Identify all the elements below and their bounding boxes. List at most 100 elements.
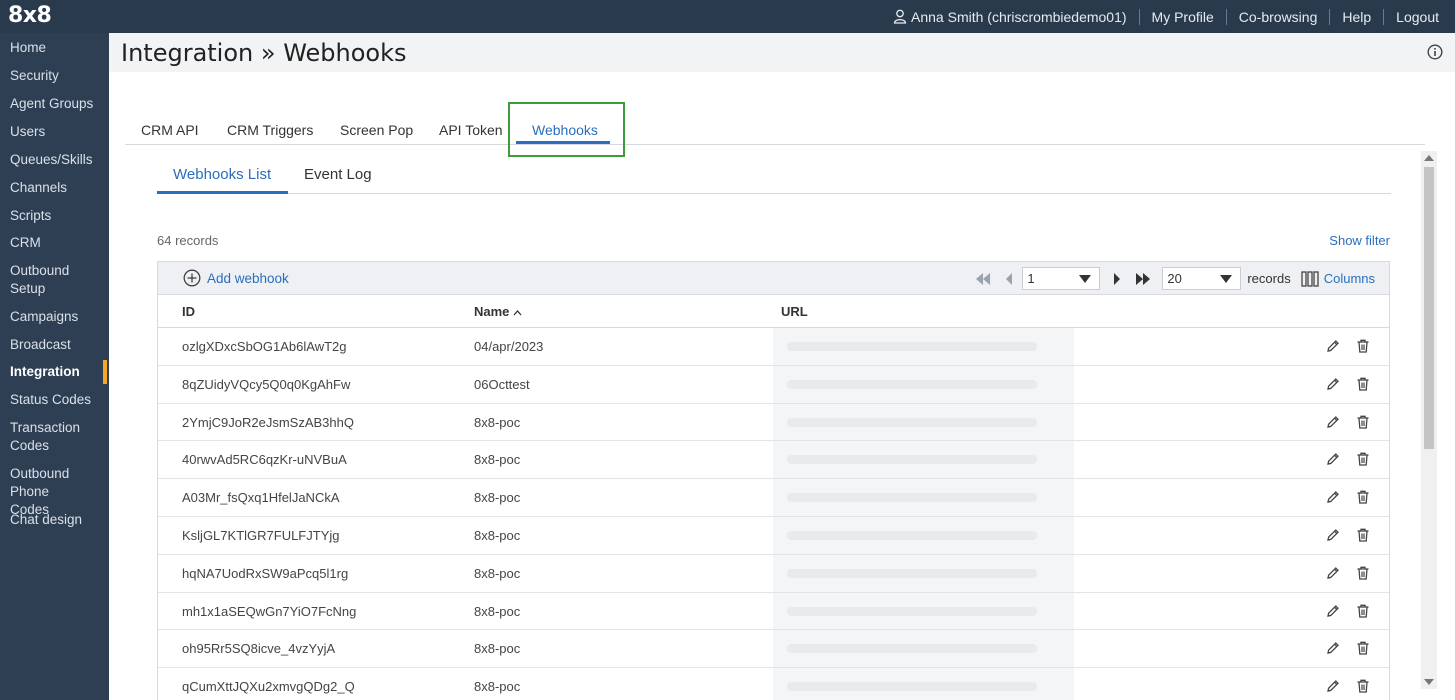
app-logo[interactable]: 8x8	[8, 3, 52, 28]
add-webhook-label: Add webhook	[207, 270, 289, 286]
subtab-event-log[interactable]: Event Log	[304, 166, 372, 183]
column-header-id[interactable]: ID	[182, 304, 195, 319]
webhook-name: 04/apr/2023	[474, 339, 544, 354]
show-filter-link[interactable]: Show filter	[1329, 233, 1390, 248]
sidebar-item-campaigns[interactable]: Campaigns	[0, 308, 88, 326]
delete-trash-icon[interactable]	[1355, 527, 1371, 543]
webhook-id: KsljGL7KTlGR7FULFJTYjg	[182, 527, 340, 543]
active-subtab-indicator	[157, 191, 288, 194]
sidebar-item-users[interactable]: Users	[0, 123, 55, 141]
info-icon[interactable]	[1427, 44, 1443, 60]
webhook-url-redacted	[773, 668, 1074, 700]
integration-tabs: CRM API CRM Triggers Screen Pop API Toke…	[125, 102, 1425, 145]
edit-pencil-icon[interactable]	[1325, 414, 1341, 430]
delete-trash-icon[interactable]	[1355, 603, 1371, 619]
webhook-url-redacted	[773, 516, 1074, 554]
pagination: 1 20 records Columns	[970, 262, 1389, 295]
edit-pencil-icon[interactable]	[1325, 338, 1341, 354]
scrollbar-thumb[interactable]	[1424, 167, 1434, 449]
table-row[interactable]: mh1x1aSEQwGn7YiO7FcNng 8x8-poc	[158, 592, 1389, 631]
co-browsing-link[interactable]: Co-browsing	[1225, 8, 1330, 25]
edit-pencil-icon[interactable]	[1325, 565, 1341, 581]
webhook-url-redacted	[773, 328, 1074, 365]
table-row[interactable]: 40rwvAd5RC6qzKr-uNVBuA 8x8-poc	[158, 441, 1389, 480]
last-page-icon[interactable]	[1132, 269, 1154, 289]
page-number-select[interactable]: 1	[1022, 267, 1101, 290]
webhook-name: 8x8-poc	[474, 490, 521, 506]
table-row[interactable]: oh95Rr5SQ8icve_4vzYyjA 8x8-poc	[158, 630, 1389, 669]
delete-trash-icon[interactable]	[1355, 414, 1371, 430]
sidebar-item-scripts[interactable]: Scripts	[0, 207, 61, 225]
next-page-icon[interactable]	[1106, 269, 1128, 289]
edit-pencil-icon[interactable]	[1325, 678, 1341, 694]
delete-trash-icon[interactable]	[1355, 640, 1371, 656]
sidebar-item-channels[interactable]: Channels	[0, 179, 77, 197]
edit-pencil-icon[interactable]	[1325, 489, 1341, 505]
table-header: ID Name URL	[158, 295, 1389, 328]
vertical-scrollbar[interactable]	[1421, 151, 1437, 689]
sidebar-item-outbound-setup[interactable]: Outbound Setup	[0, 262, 95, 298]
row-actions	[1311, 451, 1371, 467]
delete-trash-icon[interactable]	[1355, 451, 1371, 467]
table-row[interactable]: 8qZUidyVQcy5Q0q0KgAhFw 06Octtest	[158, 365, 1389, 404]
delete-trash-icon[interactable]	[1355, 489, 1371, 505]
edit-pencil-icon[interactable]	[1325, 451, 1341, 467]
delete-trash-icon[interactable]	[1355, 338, 1371, 354]
row-actions	[1311, 376, 1371, 392]
edit-pencil-icon[interactable]	[1325, 603, 1341, 619]
sidebar-item-integration[interactable]: Integration	[0, 360, 109, 384]
records-count: 64 records	[157, 233, 219, 248]
sidebar-item-chat-design[interactable]: Chat design	[0, 511, 92, 529]
sidebar-item-home[interactable]: Home	[0, 39, 56, 57]
page-size-select[interactable]: 20	[1162, 267, 1242, 290]
row-actions	[1311, 527, 1371, 543]
sidebar-item-agent-groups[interactable]: Agent Groups	[0, 95, 103, 113]
webhook-url-redacted	[773, 554, 1074, 592]
row-actions	[1311, 603, 1371, 619]
webhooks-table: Add webhook 1 20 records Columns ID Name…	[157, 261, 1390, 700]
webhook-name: 06Octtest	[474, 376, 530, 392]
table-row[interactable]: ozlgXDxcSbOG1Ab6lAwT2g 04/apr/2023	[158, 328, 1389, 366]
tab-crm-triggers[interactable]: CRM Triggers	[227, 122, 313, 138]
scroll-down-icon[interactable]	[1424, 679, 1434, 685]
scroll-up-icon[interactable]	[1424, 155, 1434, 161]
edit-pencil-icon[interactable]	[1325, 376, 1341, 392]
sidebar-item-queues-skills[interactable]: Queues/Skills	[0, 151, 103, 169]
webhooks-tab-highlight	[508, 102, 625, 157]
edit-pencil-icon[interactable]	[1325, 527, 1341, 543]
sidebar-item-transaction-codes[interactable]: Transaction Codes	[0, 419, 95, 455]
my-profile-link[interactable]: My Profile	[1138, 8, 1226, 25]
top-bar: 8x8 Anna Smith (chriscrombiedemo01) My P…	[0, 0, 1455, 33]
webhook-id: 2YmjC9JoR2eJsmSzAB3hhQ	[182, 414, 354, 430]
delete-trash-icon[interactable]	[1355, 678, 1371, 694]
tab-screen-pop[interactable]: Screen Pop	[340, 122, 413, 138]
table-row[interactable]: hqNA7UodRxSW9aPcq5l1rg 8x8-poc	[158, 554, 1389, 593]
column-header-name[interactable]: Name	[474, 304, 522, 319]
top-nav: Anna Smith (chriscrombiedemo01) My Profi…	[893, 0, 1455, 33]
table-row[interactable]: qCumXttJQXu2xmvgQDg2_Q 8x8-poc	[158, 668, 1389, 700]
subtab-webhooks-list[interactable]: Webhooks List	[173, 166, 271, 183]
add-webhook-button[interactable]: Add webhook	[183, 269, 289, 287]
delete-trash-icon[interactable]	[1355, 376, 1371, 392]
delete-trash-icon[interactable]	[1355, 565, 1371, 581]
first-page-icon[interactable]	[972, 269, 994, 289]
tab-api-token[interactable]: API Token	[439, 122, 503, 138]
table-row[interactable]: KsljGL7KTlGR7FULFJTYjg 8x8-poc	[158, 516, 1389, 555]
table-row[interactable]: A03Mr_fsQxq1HfelJaNCkA 8x8-poc	[158, 479, 1389, 517]
columns-button[interactable]: Columns	[1301, 270, 1375, 287]
edit-pencil-icon[interactable]	[1325, 640, 1341, 656]
previous-page-icon[interactable]	[998, 269, 1020, 289]
sidebar-item-status-codes[interactable]: Status Codes	[0, 391, 101, 409]
column-header-url[interactable]: URL	[781, 304, 808, 319]
sidebar-item-security[interactable]: Security	[0, 67, 69, 85]
column-header-name-label: Name	[474, 304, 510, 319]
tab-crm-api[interactable]: CRM API	[141, 122, 199, 138]
webhook-url-redacted	[773, 630, 1074, 668]
logout-link[interactable]: Logout	[1383, 8, 1455, 25]
add-circle-icon	[183, 269, 201, 287]
page-number-value: 1	[1027, 271, 1035, 286]
table-row[interactable]: 2YmjC9JoR2eJsmSzAB3hhQ 8x8-poc	[158, 403, 1389, 442]
help-link[interactable]: Help	[1329, 8, 1383, 25]
sidebar-item-broadcast[interactable]: Broadcast	[0, 336, 81, 354]
sidebar-item-crm[interactable]: CRM	[0, 234, 51, 252]
